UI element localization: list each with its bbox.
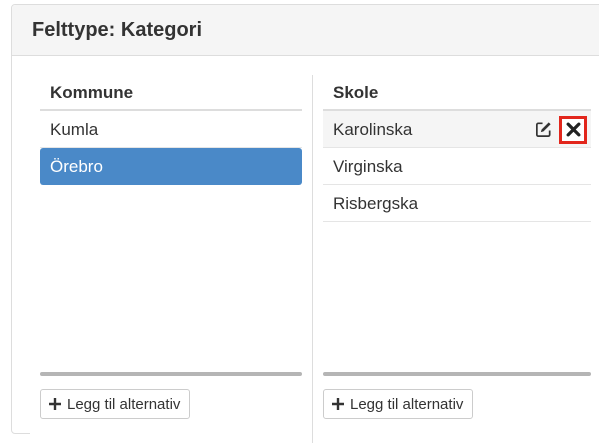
list-item-karolinska[interactable]: Karolinska <box>323 111 591 148</box>
panel-title: Felttype: Kategori <box>12 5 599 56</box>
column-divider <box>323 372 591 376</box>
add-option-button[interactable]: Legg til alternativ <box>323 389 474 419</box>
plus-icon <box>332 398 344 410</box>
column-title: Kommune <box>40 75 302 111</box>
category-panel: Felttype: Kategori Kommune Kumla Örebro … <box>11 4 599 443</box>
list-item-label: Virginska <box>333 157 403 176</box>
column-kommune-list: Kommune Kumla Örebro <box>40 75 302 185</box>
close-icon[interactable] <box>559 115 587 144</box>
column-title: Skole <box>323 75 591 111</box>
column-skole-list: Skole Karolinska Virginska Risbergska <box>323 75 591 222</box>
column-skole: Skole Karolinska Virginska Risbergska Le… <box>312 75 599 443</box>
column-divider <box>40 372 302 376</box>
list-item-kumla[interactable]: Kumla <box>40 111 302 148</box>
list-item-risbergska[interactable]: Risbergska <box>323 185 591 222</box>
list-item-label: Risbergska <box>333 194 419 213</box>
add-option-label: Legg til alternativ <box>350 395 464 413</box>
add-option-button[interactable]: Legg til alternativ <box>40 389 191 419</box>
list-item-virginska[interactable]: Virginska <box>323 148 591 185</box>
column-kommune: Kommune Kumla Örebro Legg til alternativ <box>30 75 313 443</box>
item-actions <box>533 111 587 148</box>
list-item-label: Karolinska <box>333 120 413 139</box>
plus-icon <box>49 398 61 410</box>
list-item-label: Kumla <box>50 120 99 139</box>
edit-icon[interactable] <box>533 120 553 140</box>
list-item-orebro[interactable]: Örebro <box>40 148 302 185</box>
list-item-label: Örebro <box>50 157 103 176</box>
add-option-label: Legg til alternativ <box>67 395 181 413</box>
